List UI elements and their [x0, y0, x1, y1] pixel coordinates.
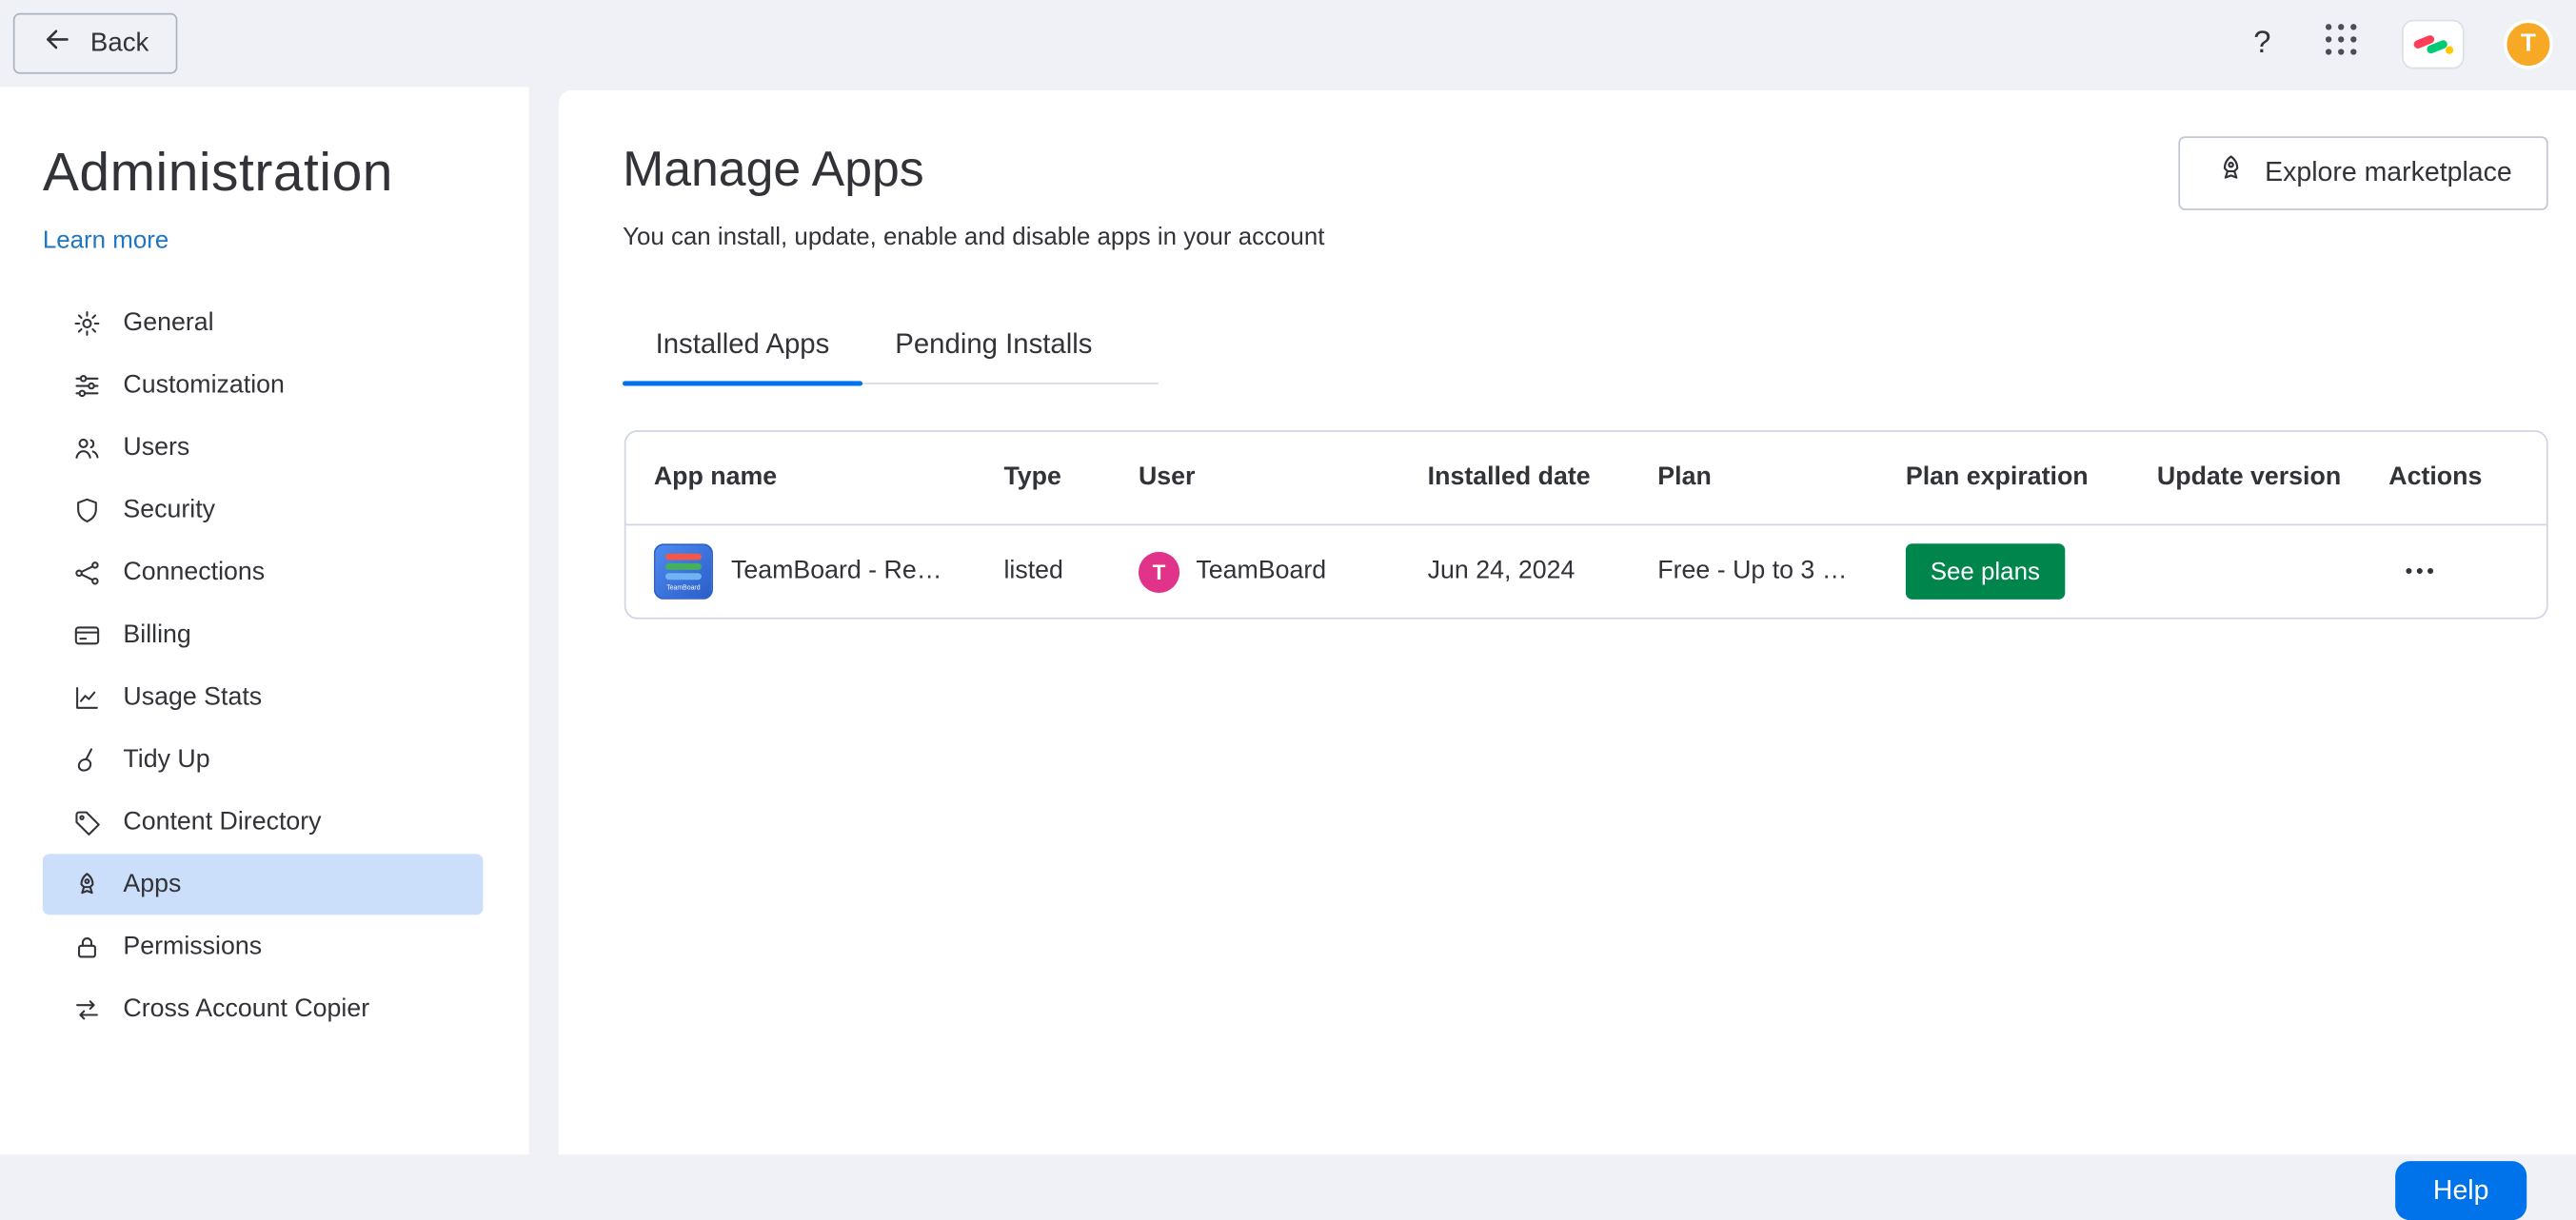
sidebar-item-permissions[interactable]: Permissions	[43, 916, 484, 977]
page-title: Manage Apps	[623, 143, 924, 198]
monday-logo[interactable]	[2402, 18, 2465, 69]
tab-pending-installs[interactable]: Pending Installs	[862, 312, 1125, 383]
sidebar-title: Administration	[42, 141, 393, 203]
transfer-arrows-icon	[72, 994, 102, 1024]
sliders-icon	[72, 370, 102, 400]
page-subtitle: You can install, update, enable and disa…	[623, 223, 1325, 252]
sidebar-item-usage-stats[interactable]: Usage Stats	[43, 667, 484, 728]
sidebar-item-connections[interactable]: Connections	[43, 542, 484, 603]
installed-apps-table: App name Type User Installed date Plan P…	[624, 430, 2548, 620]
teamboard-app-logo: TeamBoard	[653, 543, 713, 600]
column-header-update-version: Update version	[2156, 462, 2342, 492]
table-header-row: App name Type User Installed date Plan P…	[626, 432, 2546, 524]
cell-installed-date: Jun 24, 2024	[1427, 557, 1575, 585]
column-header-user: User	[1138, 462, 1196, 492]
see-plans-button[interactable]: See plans	[1905, 543, 2065, 600]
column-header-type: Type	[1003, 462, 1061, 492]
tab-installed-apps[interactable]: Installed Apps	[623, 312, 862, 386]
user-name-text: TeamBoard	[1196, 557, 1327, 585]
cell-user: T TeamBoard	[1138, 550, 1428, 593]
explore-marketplace-label: Explore marketplace	[2265, 157, 2512, 187]
sidebar-item-label: Cross Account Copier	[123, 994, 370, 1023]
app-logo-text: TeamBoard	[666, 581, 701, 591]
sidebar-item-label: Usage Stats	[123, 682, 263, 711]
user-avatar[interactable]: T	[2504, 18, 2553, 69]
sidebar-item-apps[interactable]: Apps	[42, 854, 484, 915]
chart-icon	[72, 682, 102, 712]
help-button[interactable]: Help	[2395, 1161, 2527, 1220]
column-header-plan-expiration: Plan expiration	[1905, 462, 2089, 492]
sidebar-menu: General Customization Users Security Con…	[0, 292, 529, 1039]
cell-plan: Free - Up to 3 …	[1657, 557, 1848, 585]
cell-app-name: TeamBoard TeamBoard - Re…	[653, 543, 1004, 600]
sidebar-item-users[interactable]: Users	[43, 417, 484, 478]
sidebar-item-label: Permissions	[123, 932, 263, 960]
sidebar-item-label: Apps	[123, 869, 182, 898]
column-header-installed-date: Installed date	[1427, 462, 1591, 492]
back-button-label: Back	[89, 29, 149, 57]
sidebar-item-label: Content Directory	[123, 807, 322, 836]
column-header-app-name: App name	[653, 462, 778, 492]
top-bar: Back ? T	[0, 0, 2576, 87]
sidebar-item-label: Customization	[123, 370, 285, 399]
sidebar-item-label: Tidy Up	[123, 744, 210, 773]
explore-marketplace-button[interactable]: Explore marketplace	[2177, 136, 2548, 210]
back-button[interactable]: Back	[12, 12, 177, 74]
sidebar-item-general[interactable]: General	[43, 292, 484, 353]
learn-more-link[interactable]: Learn more	[43, 226, 168, 254]
arrow-left-icon	[41, 23, 74, 64]
sidebar-item-label: Users	[123, 432, 190, 462]
main-panel: Manage Apps You can install, update, ena…	[558, 89, 2576, 1220]
table-row: TeamBoard TeamBoard - Re… listed T TeamB…	[625, 523, 2546, 618]
sidebar-item-cross-account-copier[interactable]: Cross Account Copier	[43, 979, 484, 1040]
sidebar-item-label: General	[123, 307, 214, 336]
sidebar-item-billing[interactable]: Billing	[43, 604, 484, 665]
admin-sidebar: Administration Learn more General Custom…	[0, 87, 529, 1155]
help-question-icon[interactable]: ?	[2244, 26, 2280, 62]
credit-card-icon	[72, 620, 102, 649]
apps-tabs: Installed Apps Pending Installs	[623, 312, 1159, 386]
main-header: Manage Apps You can install, update, ena…	[559, 90, 2576, 251]
sidebar-item-content-directory[interactable]: Content Directory	[43, 792, 484, 853]
sidebar-item-label: Security	[123, 495, 216, 523]
sidebar-item-label: Billing	[123, 620, 191, 648]
cell-plan-expiration: See plans	[1905, 543, 2157, 600]
page: Back ? T Administration Learn more Gener…	[0, 0, 2576, 1220]
cell-type: listed	[1003, 557, 1063, 585]
sidebar-item-tidy-up[interactable]: Tidy Up	[43, 729, 484, 790]
cell-actions: •••	[2388, 557, 2546, 586]
tag-icon	[72, 807, 102, 836]
topbar-right-cluster: ? T	[2244, 18, 2553, 69]
shield-icon	[72, 495, 102, 524]
share-nodes-icon	[72, 558, 102, 587]
broom-icon	[72, 745, 102, 775]
sidebar-item-security[interactable]: Security	[43, 480, 484, 541]
lock-icon	[72, 932, 102, 961]
users-icon	[72, 433, 102, 462]
rocket-icon	[72, 870, 102, 899]
column-header-plan: Plan	[1657, 462, 1712, 492]
apps-grid-icon[interactable]	[2320, 18, 2363, 69]
marketplace-rocket-icon	[2214, 152, 2248, 193]
sidebar-item-label: Connections	[123, 557, 266, 586]
actions-menu-icon[interactable]: •••	[2388, 559, 2437, 583]
user-avatar-pink: T	[1138, 550, 1180, 593]
app-name-text: TeamBoard - Re…	[730, 557, 942, 585]
gear-icon	[72, 308, 102, 338]
column-header-actions: Actions	[2388, 462, 2483, 492]
sidebar-item-customization[interactable]: Customization	[43, 355, 484, 416]
